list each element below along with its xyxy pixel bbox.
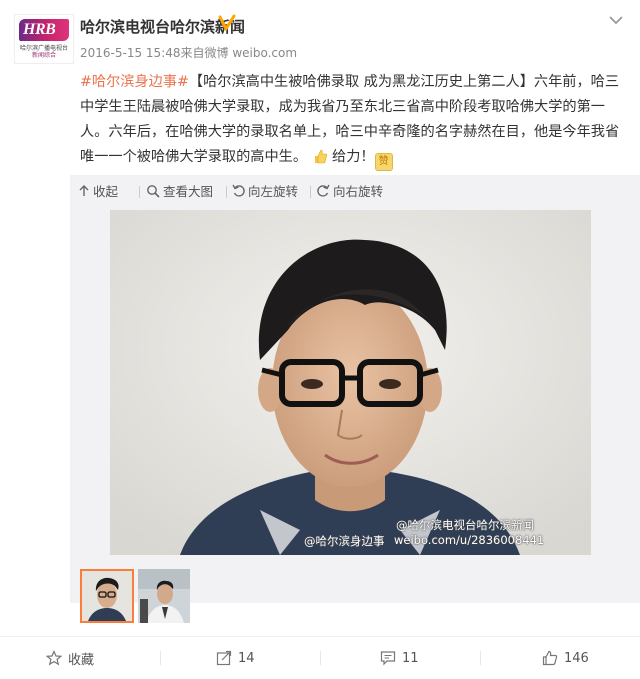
rotate-left-label: 向左旋转 <box>248 184 299 199</box>
chevron-down-icon[interactable] <box>608 14 624 26</box>
comment-icon <box>380 651 396 666</box>
like-count: 146 <box>564 650 589 666</box>
thumbnail-interview-image <box>138 569 190 623</box>
like-button[interactable]: 146 <box>542 637 589 679</box>
footer-divider <box>160 651 161 665</box>
thumbs-up-icon <box>542 650 558 666</box>
view-large-button[interactable]: 查看大图 <box>146 181 213 200</box>
toolbar-divider <box>310 186 311 198</box>
watermark-account: @哈尔滨电视台哈尔滨新闻 <box>396 518 534 532</box>
repost-button[interactable]: 14 <box>216 637 255 679</box>
hashtag-link[interactable]: #哈尔滨身边事# <box>80 74 189 90</box>
footer-divider <box>320 651 321 665</box>
collapse-label: 收起 <box>93 184 119 199</box>
logo-subtitle: 哈尔滨广播电视台 新闻综合 <box>17 45 71 59</box>
post-tail: 给力！ <box>332 149 375 165</box>
rotate-right-icon <box>317 184 330 197</box>
post-text: #哈尔滨身边事#【哈尔滨高中生被哈佛录取 成为黑龙江历史上第二人】六年前，哈三中… <box>80 70 632 171</box>
logo-subtitle-line1: 哈尔滨广播电视台 <box>19 45 68 52</box>
thumbs-up-emoji-icon <box>314 149 327 164</box>
thumbnail-2[interactable] <box>138 569 190 623</box>
favorite-label: 收藏 <box>68 652 95 668</box>
footer-divider <box>480 651 481 665</box>
arrow-up-icon <box>79 184 89 196</box>
favorite-button[interactable]: 收藏 <box>46 637 94 679</box>
post-meta: 2016-5-15 15:48来自微博 weibo.com <box>80 46 298 60</box>
repost-icon <box>216 650 232 666</box>
toolbar-divider <box>226 186 227 198</box>
main-photo[interactable]: @哈尔滨电视台哈尔滨新闻 @哈尔滨身边事 weibo.com/u/2836008… <box>110 210 591 555</box>
star-icon <box>46 650 62 666</box>
comment-count: 11 <box>402 650 419 666</box>
repost-count: 14 <box>238 650 255 666</box>
post-actions: 收藏 14 11 146 <box>0 636 640 679</box>
view-large-label: 查看大图 <box>163 184 214 199</box>
thumbnail-portrait-image <box>82 571 132 621</box>
comment-button[interactable]: 11 <box>380 637 419 679</box>
watermark-tag: @哈尔滨身边事 <box>304 534 385 548</box>
thumbnail-1[interactable] <box>80 569 134 623</box>
avatar[interactable]: HRB 哈尔滨广播电视台 新闻综合 <box>14 14 74 64</box>
logo-subtitle-line2: 新闻综合 <box>31 52 56 59</box>
watermark-url: weibo.com/u/2836008441 <box>394 533 545 547</box>
rotate-right-button[interactable]: 向右旋转 <box>317 181 383 200</box>
logo-text: HRB <box>23 21 56 38</box>
toolbar-divider <box>139 186 140 198</box>
zan-emoji-icon: 赞 <box>374 153 393 171</box>
rotate-right-label: 向右旋转 <box>333 184 384 199</box>
verified-icon <box>218 14 236 31</box>
rotate-left-button[interactable]: 向左旋转 <box>232 181 298 200</box>
collapse-button[interactable]: 收起 <box>78 181 118 200</box>
portrait-image <box>110 210 591 555</box>
post-header: HRB 哈尔滨广播电视台 新闻综合 哈尔滨电视台哈尔滨新闻 2016-5-15 … <box>0 0 640 70</box>
magnifier-icon <box>147 184 160 198</box>
rotate-left-icon <box>232 184 245 197</box>
